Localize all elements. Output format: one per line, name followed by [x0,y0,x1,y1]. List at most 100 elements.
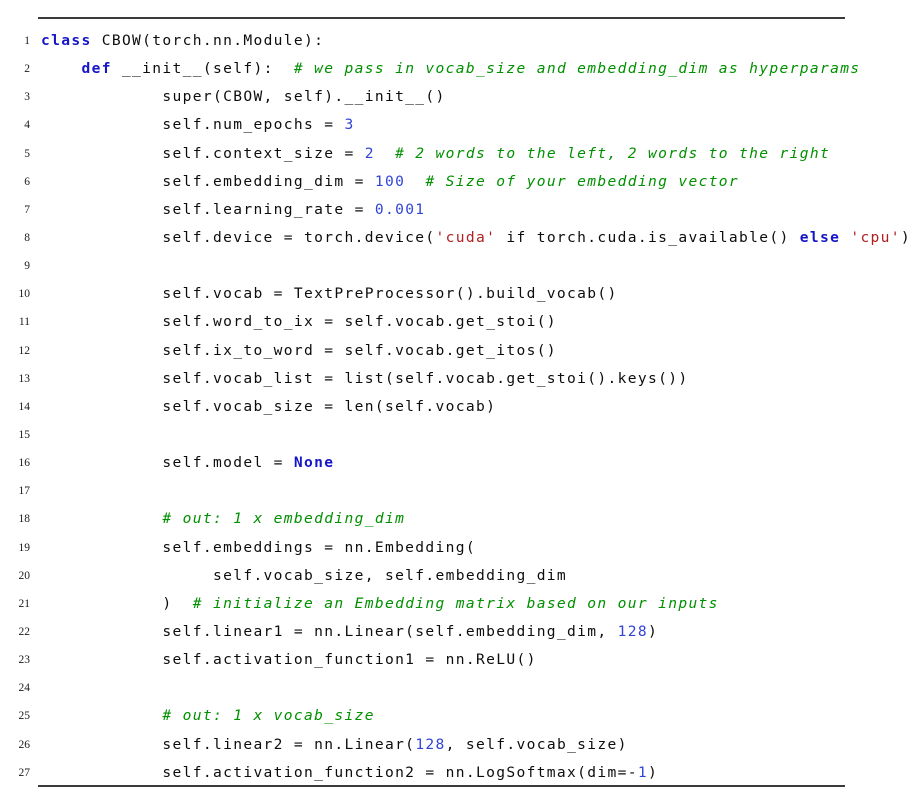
line-number: 13 [18,372,31,385]
code-token-pln: self.device = torch.device( [41,228,436,246]
code-line: 25 # out: 1 x vocab_size [0,702,922,730]
code-listing: 1 class CBOW(torch.nn.Module): 2 def __ini… [0,0,922,804]
code-token-pln: self.model = [41,454,294,472]
code-token-pln: self.vocab = TextPreProcessor().build_vo… [41,285,618,303]
code-text: self.linear1 = nn.Linear(self.embedding_… [41,618,658,646]
code-token-cmt: # Size of your embedding vector [425,172,740,190]
line-number: 18 [18,513,31,526]
line-number: 11 [18,316,30,329]
code-token-pln: self.learning_rate = [41,200,375,218]
code-line: 17 [0,477,922,505]
code-line: 23 self.activation_function1 = nn.ReLU() [0,646,922,674]
code-token-kw: class [41,32,92,49]
code-token-pln: self.num_epochs = [41,116,345,134]
code-token-pln [840,229,850,246]
code-text: self.vocab_size = len(self.vocab) [41,393,496,421]
code-token-pln: self.linear1 = nn.Linear(self.embedding_… [41,622,618,640]
code-token-pln: CBOW(torch.nn.Module): [91,32,325,49]
line-number: 17 [18,485,31,498]
line-number: 15 [18,428,31,441]
code-token-pln [375,145,395,162]
code-token-num: 128 [617,622,648,640]
code-line: 16 self.model = None [0,449,922,477]
code-text: self.vocab_list = list(self.vocab.get_st… [41,365,688,393]
code-token-pln: super(CBOW, self).__init__() [41,88,446,106]
code-token-num: 100 [374,172,406,190]
code-line: 27 self.activation_function2 = nn.LogSof… [0,759,922,787]
code-token-pln [41,60,81,77]
code-text: self.word_to_ix = self.vocab.get_stoi() [41,308,557,336]
line-number: 24 [18,682,31,695]
line-number: 27 [18,766,31,779]
code-token-str: 'cuda' [435,228,497,246]
code-line: 6 self.embedding_dim = 100 # Size of you… [0,168,922,196]
code-text: class CBOW(torch.nn.Module): [41,27,324,55]
code-line: 26 self.linear2 = nn.Linear(128, self.vo… [0,731,922,759]
code-line: 11 self.word_to_ix = self.vocab.get_stoi… [0,308,922,336]
line-number: 23 [18,654,31,667]
code-token-pln: self.activation_function2 = nn.LogSoftma… [41,763,638,781]
code-token-num: 1 [637,763,648,781]
code-token-pln: self.vocab_list = list(self.vocab.get_st… [41,369,689,387]
code-token-pln: ) [41,594,193,612]
line-number: 4 [24,119,30,132]
code-token-kw: else [799,228,841,246]
code-token-pln: self.embeddings = nn.Embedding( [41,538,476,556]
code-line: 4 self.num_epochs = 3 [0,111,922,139]
code-line: 18 # out: 1 x embedding_dim [0,505,922,533]
code-token-pln: , self.vocab_size) [445,735,628,753]
line-number: 2 [24,63,30,76]
code-text: super(CBOW, self).__init__() [41,83,446,111]
line-number: 10 [18,288,31,301]
code-token-cmt: # out: 1 x vocab_size [162,707,375,725]
code-token-pln: ) [647,763,659,781]
line-number: 1 [24,35,30,47]
code-text: self.embedding_dim = 100 # Size of your … [41,168,739,196]
code-token-pln: self.vocab_size = len(self.vocab) [41,397,497,415]
code-token-pln: if torch.cuda.is_available() [496,228,800,246]
code-line: 3 super(CBOW, self).__init__() [0,83,922,111]
code-text: self.learning_rate = 0.001 [41,196,425,224]
code-line: 21 ) # initialize an Embedding matrix ba… [0,590,922,618]
code-line: 22 self.linear1 = nn.Linear(self.embeddi… [0,618,922,646]
line-number: 12 [18,344,31,357]
code-text: def __init__(self): # we pass in vocab_s… [41,55,860,83]
code-line: 2 def __init__(self): # we pass in vocab… [0,55,922,83]
code-line: 5 self.context_size = 2 # 2 words to the… [0,140,922,168]
code-token-pln: self.linear2 = nn.Linear( [41,735,416,753]
code-token-pln: ) [900,228,912,246]
code-token-str: 'cpu' [850,228,901,246]
code-token-cmt: # initialize an Embedding matrix based o… [192,594,719,612]
code-line: 20 self.vocab_size, self.embedding_dim [0,562,922,590]
code-token-pln: ) [647,622,659,640]
line-number: 3 [24,91,30,104]
line-number: 20 [18,569,31,582]
code-line: 8 self.device = torch.device('cuda' if t… [0,224,922,252]
line-number: 7 [24,203,30,216]
line-number: 6 [24,175,30,188]
code-token-pln [41,707,162,724]
code-text: self.ix_to_word = self.vocab.get_itos() [41,337,557,365]
code-token-pln [405,173,425,190]
line-number: 9 [24,260,30,273]
code-lines-container: 1 class CBOW(torch.nn.Module): 2 def __ini… [0,27,922,787]
listing-top-rule [38,17,845,19]
code-token-cmt: # we pass in vocab_size and embedding_di… [293,60,861,78]
code-line: 19 self.embeddings = nn.Embedding( [0,534,922,562]
code-line: 24 [0,674,922,702]
code-token-pln: self.ix_to_word = self.vocab.get_itos() [41,341,557,359]
line-number: 16 [18,457,31,470]
code-token-num: 0.001 [374,200,426,218]
code-token-num: 128 [415,735,446,753]
code-token-pln: self.context_size = [41,144,365,162]
code-text: self.embeddings = nn.Embedding( [41,534,476,562]
code-token-cmt: # out: 1 x embedding_dim [162,510,406,528]
code-text: self.vocab_size, self.embedding_dim [41,562,567,590]
code-text: self.num_epochs = 3 [41,111,355,139]
code-token-num: 3 [344,116,355,134]
code-token-pln: self.vocab_size, self.embedding_dim [41,566,568,584]
code-token-pln: self.embedding_dim = [41,172,375,190]
code-text: self.linear2 = nn.Linear(128, self.vocab… [41,731,628,759]
line-number: 26 [18,738,31,751]
listing-bottom-rule [38,785,845,787]
